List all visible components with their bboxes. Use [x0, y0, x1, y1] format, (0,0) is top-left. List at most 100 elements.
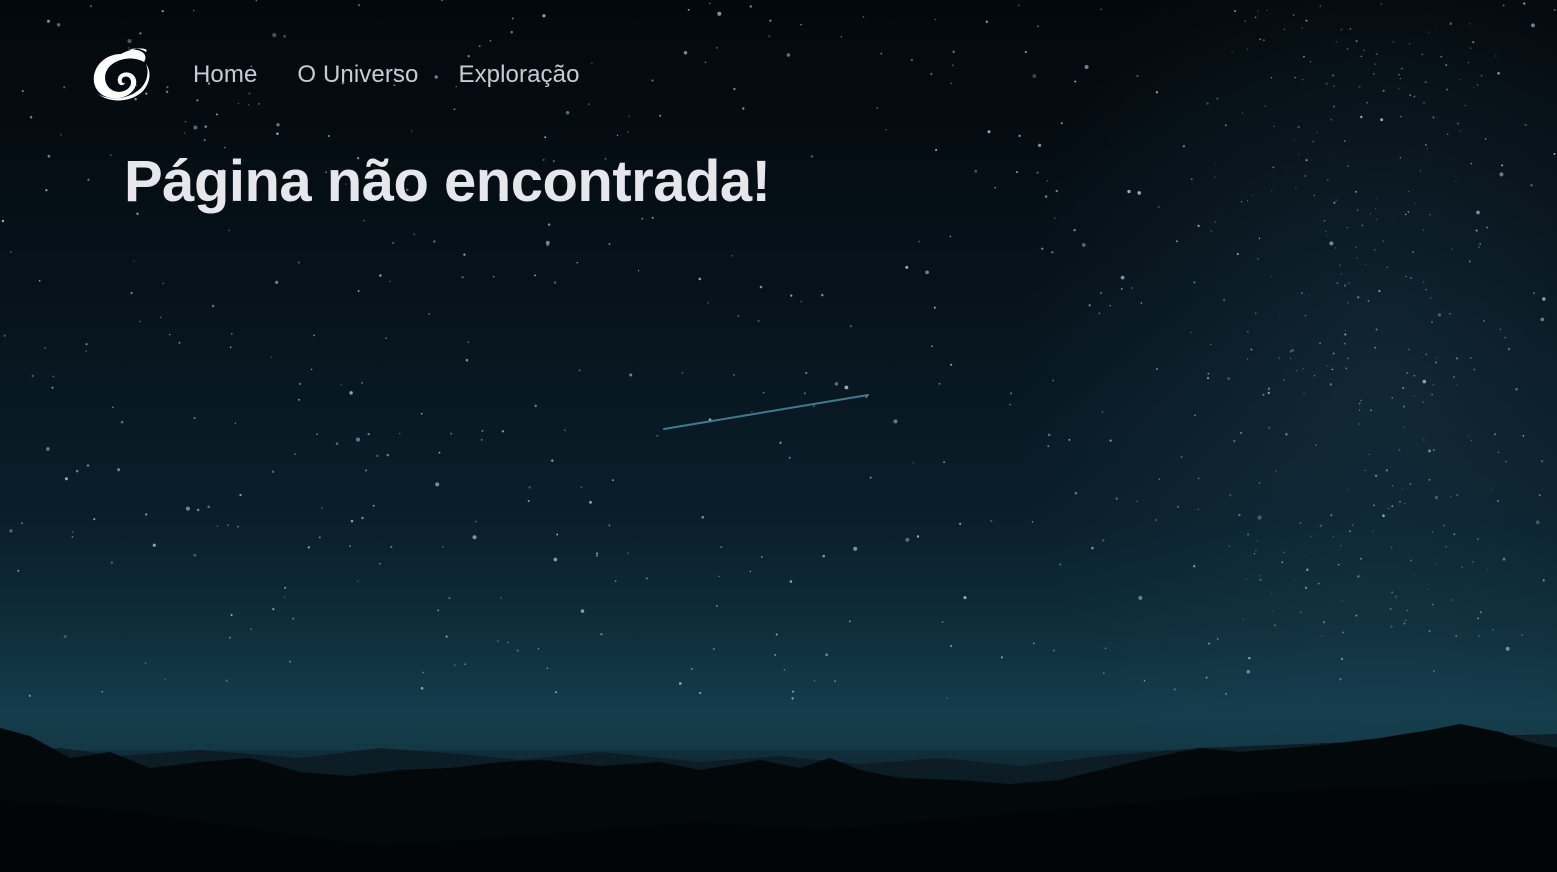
star [1300, 292, 1303, 294]
nav-link-home[interactable]: Home [193, 61, 257, 89]
star [1247, 330, 1249, 333]
star [1402, 488, 1404, 490]
star [112, 406, 114, 408]
star [1339, 264, 1341, 266]
star [1336, 282, 1339, 284]
star [893, 419, 898, 424]
star [1317, 582, 1320, 585]
star [1047, 433, 1051, 437]
nav-link-exploracao[interactable]: Exploração [458, 61, 579, 89]
star [1445, 64, 1448, 67]
star [1422, 379, 1427, 384]
star [1479, 611, 1482, 614]
star [234, 422, 237, 425]
star [1410, 277, 1413, 279]
star [1358, 423, 1361, 425]
star [1157, 205, 1160, 208]
star [1283, 28, 1286, 31]
star [9, 529, 13, 533]
star [1399, 77, 1402, 80]
star [1340, 544, 1342, 547]
star [537, 647, 540, 650]
star [1319, 342, 1321, 345]
star [1104, 647, 1107, 649]
star [1102, 672, 1105, 675]
star [467, 341, 470, 343]
star [442, 546, 444, 548]
star [974, 169, 978, 173]
star [813, 679, 816, 682]
star [681, 371, 684, 374]
star [1088, 304, 1091, 307]
star [1497, 500, 1499, 502]
star [825, 653, 828, 657]
star [834, 382, 839, 386]
star [1127, 189, 1131, 194]
star [480, 439, 483, 441]
star [435, 482, 440, 487]
star [297, 261, 300, 264]
star [1522, 434, 1525, 437]
star [21, 90, 24, 92]
star [1024, 51, 1027, 54]
star [139, 32, 142, 35]
star [1304, 175, 1307, 177]
star [410, 130, 413, 132]
star [45, 189, 48, 192]
star [1271, 610, 1274, 612]
star [789, 580, 793, 583]
star [1346, 161, 1348, 163]
star [943, 461, 946, 464]
star [701, 515, 705, 519]
star [595, 554, 599, 558]
star [130, 291, 133, 295]
star [800, 23, 802, 26]
star [1435, 563, 1437, 565]
star [1340, 28, 1343, 31]
star [1398, 500, 1402, 503]
star [614, 580, 617, 583]
star [1304, 314, 1307, 317]
star [918, 240, 920, 243]
star [1059, 563, 1062, 566]
star [1386, 266, 1389, 269]
star [1225, 692, 1227, 695]
star [516, 649, 519, 652]
star [1197, 508, 1200, 511]
star [1502, 4, 1505, 7]
star [63, 86, 66, 89]
star [437, 609, 440, 612]
star [229, 346, 232, 349]
star [1431, 531, 1434, 533]
star [1375, 328, 1378, 331]
star [637, 270, 640, 272]
star [821, 293, 824, 297]
star [1362, 49, 1366, 52]
star [1360, 115, 1363, 119]
star [1257, 515, 1262, 520]
star [216, 525, 219, 527]
star [1240, 201, 1243, 203]
star [1375, 218, 1378, 220]
star [283, 35, 286, 38]
galaxy-swirl-icon[interactable] [88, 44, 154, 106]
star [1345, 367, 1348, 370]
star [1182, 145, 1186, 148]
star [1515, 387, 1518, 391]
star [9, 250, 12, 253]
star [1222, 299, 1226, 302]
star [1274, 624, 1276, 627]
star [1469, 47, 1472, 50]
star [1258, 237, 1261, 240]
star [1380, 118, 1384, 122]
star [844, 385, 849, 390]
star [792, 690, 795, 693]
star [284, 586, 287, 589]
nav-link-o-universo[interactable]: O Universo [297, 61, 418, 89]
star [1409, 43, 1411, 45]
star [1407, 348, 1410, 351]
star [71, 531, 74, 533]
star [1304, 554, 1306, 557]
star [1236, 252, 1239, 256]
star [1109, 304, 1111, 307]
